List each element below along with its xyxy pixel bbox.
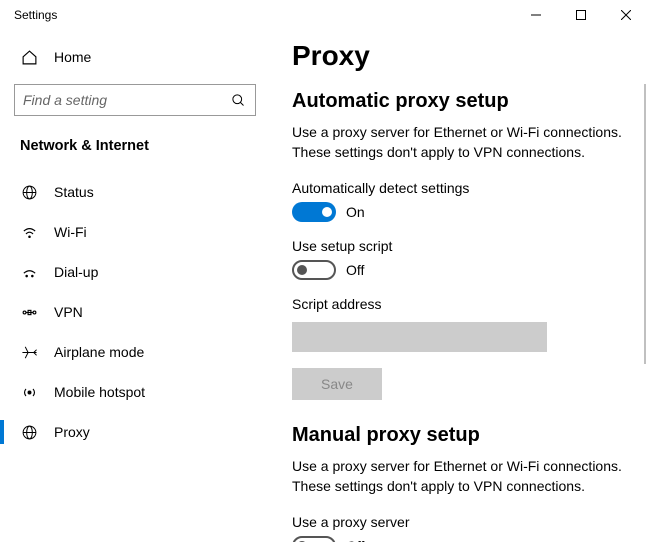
nav-item-status[interactable]: Status <box>0 172 270 212</box>
setup-script-label: Use setup script <box>292 238 628 254</box>
nav-item-label: VPN <box>54 304 83 320</box>
nav-item-dialup[interactable]: Dial-up <box>0 252 270 292</box>
sidebar: Home Network & Internet Status <box>0 30 270 542</box>
nav-item-wifi[interactable]: Wi-Fi <box>0 212 270 252</box>
dialup-icon <box>20 263 38 281</box>
manual-section-desc: Use a proxy server for Ethernet or Wi-Fi… <box>292 457 628 496</box>
wifi-icon <box>20 223 38 241</box>
search-input[interactable] <box>23 92 229 108</box>
auto-detect-state: On <box>346 204 365 220</box>
hotspot-icon <box>20 383 38 401</box>
use-proxy-label: Use a proxy server <box>292 514 628 530</box>
nav-item-label: Wi-Fi <box>54 224 87 240</box>
window-title: Settings <box>14 8 57 22</box>
minimize-icon <box>531 10 541 20</box>
maximize-button[interactable] <box>558 0 603 30</box>
minimize-button[interactable] <box>513 0 558 30</box>
setup-script-toggle[interactable] <box>292 260 336 280</box>
save-button[interactable]: Save <box>292 368 382 400</box>
search-box[interactable] <box>14 84 256 116</box>
setup-script-state: Off <box>346 262 364 278</box>
search-icon <box>229 91 247 109</box>
page-title: Proxy <box>292 40 628 72</box>
nav-item-label: Mobile hotspot <box>54 384 145 400</box>
content-pane: Proxy Automatic proxy setup Use a proxy … <box>270 30 648 542</box>
vpn-icon <box>20 303 38 321</box>
script-address-input[interactable] <box>292 322 547 352</box>
airplane-icon <box>20 343 38 361</box>
auto-detect-label: Automatically detect settings <box>292 180 628 196</box>
nav-home[interactable]: Home <box>0 40 270 74</box>
close-icon <box>621 10 631 20</box>
nav-item-hotspot[interactable]: Mobile hotspot <box>0 372 270 412</box>
nav-group-title: Network & Internet <box>0 130 270 164</box>
maximize-icon <box>576 10 586 20</box>
proxy-icon <box>20 423 38 441</box>
nav-item-proxy[interactable]: Proxy <box>0 412 270 452</box>
nav-item-label: Status <box>54 184 94 200</box>
titlebar: Settings <box>0 0 648 30</box>
globe-icon <box>20 183 38 201</box>
use-proxy-state: Off <box>346 538 364 542</box>
nav-item-airplane[interactable]: Airplane mode <box>0 332 270 372</box>
nav-item-label: Proxy <box>54 424 90 440</box>
close-button[interactable] <box>603 0 648 30</box>
auto-section-desc: Use a proxy server for Ethernet or Wi-Fi… <box>292 123 628 162</box>
manual-section-heading: Manual proxy setup <box>292 424 628 447</box>
settings-window: Settings Home <box>0 0 648 542</box>
auto-detect-toggle[interactable] <box>292 202 336 222</box>
nav-home-label: Home <box>54 49 91 65</box>
nav-item-vpn[interactable]: VPN <box>0 292 270 332</box>
auto-section-heading: Automatic proxy setup <box>292 90 628 113</box>
use-proxy-toggle[interactable] <box>292 536 336 542</box>
scrollbar[interactable] <box>644 84 646 364</box>
nav-item-label: Airplane mode <box>54 344 144 360</box>
script-address-label: Script address <box>292 296 628 312</box>
home-icon <box>20 48 38 66</box>
nav-item-label: Dial-up <box>54 264 98 280</box>
